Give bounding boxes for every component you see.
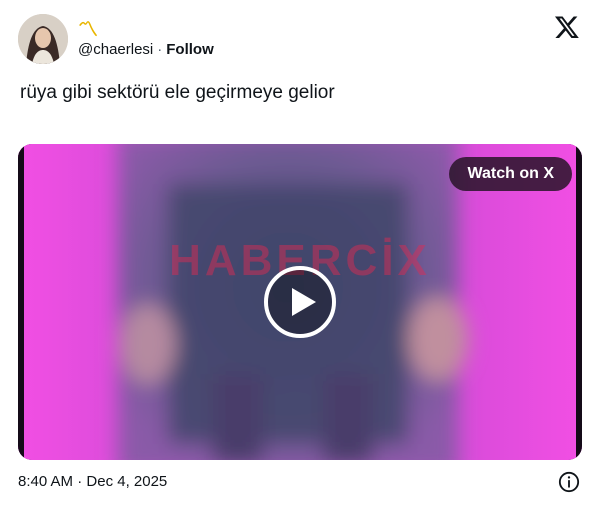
video-player[interactable]: HABERCİX Watch on X — [18, 144, 582, 460]
display-name-emoji: 〽 — [78, 18, 98, 41]
x-logo-icon[interactable] — [554, 14, 580, 40]
tweet-header: 〽 @chaerlesi · Follow — [16, 12, 584, 68]
user-handle[interactable]: @chaerlesi — [78, 41, 153, 58]
info-icon[interactable] — [558, 471, 580, 493]
date-text: Dec 4, 2025 — [86, 473, 168, 490]
avatar[interactable] — [18, 14, 68, 64]
timestamp-link[interactable]: 8:40 AM · Dec 4, 2025 — [18, 473, 167, 490]
tweet-text: rüya gibi sektörü ele geçirmeye gelior — [20, 82, 335, 103]
tweet-footer: 8:40 AM · Dec 4, 2025 — [18, 471, 584, 493]
handle-row: @chaerlesi · Follow — [78, 41, 214, 58]
separator-dot: · — [157, 41, 163, 58]
play-icon[interactable] — [264, 266, 336, 338]
watch-on-x-button[interactable]: Watch on X — [449, 157, 572, 191]
time-text: 8:40 AM — [18, 473, 74, 490]
avatar-image — [18, 14, 68, 64]
timestamp-separator: · — [77, 473, 83, 490]
follow-button[interactable]: Follow — [166, 41, 214, 58]
display-name[interactable]: 〽 — [78, 16, 98, 41]
